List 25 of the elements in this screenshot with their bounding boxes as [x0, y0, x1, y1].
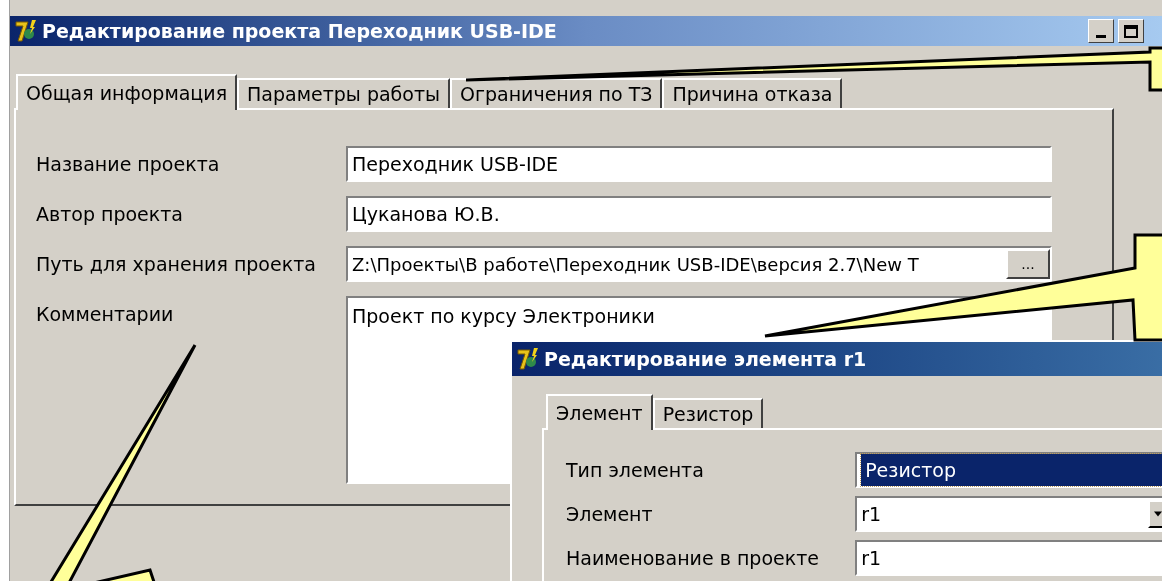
field-label: Элемент [566, 501, 654, 527]
browse-button[interactable]: ... [1006, 249, 1050, 279]
field-label: Название проекта [36, 152, 221, 177]
text-field[interactable]: r1 [855, 540, 1162, 576]
window-title: Редактирование проекта Переходник USB-IDE [42, 18, 557, 44]
field-label: Путь для хранения проекта [36, 252, 317, 277]
tab[interactable]: Резистор [652, 398, 764, 428]
field-label: Комментарии [36, 302, 175, 327]
tab[interactable]: Элемент [546, 394, 653, 430]
app-logo-icon [516, 347, 540, 371]
text-field[interactable]: Переходник USB-IDE [346, 146, 1052, 182]
tab[interactable]: Параметры работы [237, 78, 451, 108]
tab[interactable]: Причина отказа [662, 78, 843, 108]
tab[interactable]: Ограничения по ТЗ [450, 78, 663, 108]
maximize-button[interactable] [1118, 19, 1144, 43]
field-label: Наименование в проекте [566, 545, 820, 571]
path-field[interactable]: Z:\Проекты\В работе\Переходник USB-IDE\версия 2.7\New T ... [346, 246, 1052, 282]
tab[interactable]: Общая информация [16, 74, 238, 110]
text-field[interactable]: Цуканова Ю.В. [346, 196, 1052, 232]
app-logo-icon [14, 19, 38, 43]
field-label: Тип элемента [566, 457, 705, 483]
dialog-title: Редактирование элемента r1 [544, 346, 867, 372]
element-dropdown[interactable]: r1 [855, 496, 1162, 532]
field-label: Автор проекта [36, 202, 184, 227]
minimize-button[interactable] [1088, 19, 1114, 43]
